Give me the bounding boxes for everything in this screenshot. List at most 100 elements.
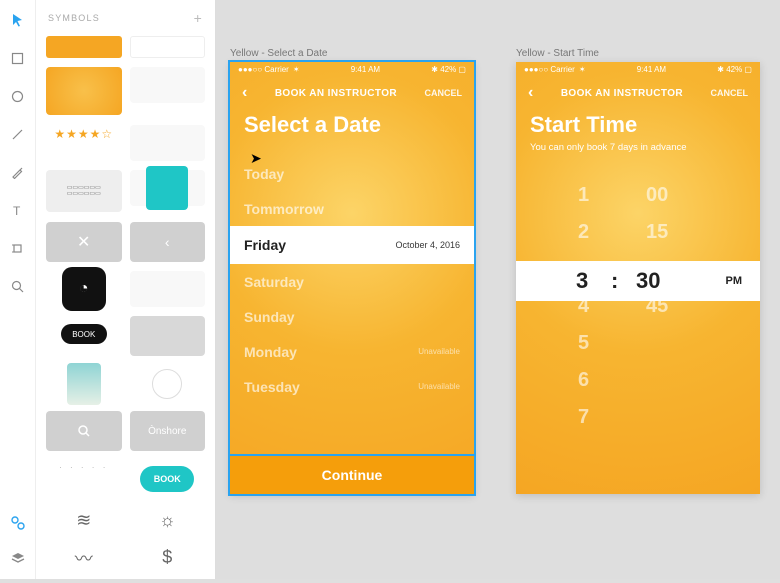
symbol-orange-bar[interactable] (46, 36, 122, 58)
symbol-close[interactable]: ✕ (46, 222, 122, 262)
symbol-orange-sun[interactable] (46, 67, 122, 115)
symbol-gray-blank[interactable] (130, 316, 206, 356)
design-canvas[interactable]: Yellow - Select a Date ●●●○○ Carrier ✶ 9:… (216, 0, 780, 579)
selected-minute: 30 (636, 268, 660, 294)
hour-option[interactable]: 2 (578, 218, 589, 246)
symbol-dots[interactable]: · · · · · (46, 461, 122, 475)
symbol-teal-wrap[interactable] (130, 170, 206, 206)
continue-button[interactable]: Continue (230, 456, 474, 494)
date-day: Tommorrow (244, 201, 324, 217)
svg-text:T: T (13, 204, 21, 217)
nav-title: BOOK AN INSTRUCTOR (561, 88, 683, 99)
rectangle-tool[interactable] (8, 48, 28, 68)
symbols-header: SYMBOLS + (36, 0, 215, 36)
symbols-tab-icon[interactable] (8, 513, 28, 533)
symbol-wave-icon[interactable]: 〰 (46, 544, 122, 572)
status-carrier: ●●●○○ Carrier (524, 65, 575, 74)
status-battery: ✱ 42% ▢ (717, 65, 752, 74)
cancel-button[interactable]: CANCEL (711, 88, 749, 98)
artboard-tool[interactable] (8, 238, 28, 258)
artboard2-label[interactable]: Yellow - Start Time (516, 48, 599, 59)
left-toolbar: T (0, 0, 36, 579)
symbol-blank[interactable] (130, 67, 206, 103)
screen-title: Select a Date (230, 106, 474, 142)
hours-column[interactable]: 1234567 (578, 173, 589, 493)
time-picker[interactable]: 1234567 00153045 3 : 30 PM (516, 173, 760, 493)
symbol-white-card[interactable] (130, 36, 206, 58)
date-day: Tuesday (244, 379, 300, 395)
artboard-select-date[interactable]: ●●●○○ Carrier ✶ 9:41 AM ✱ 42% ▢ ‹ BOOK AN… (230, 62, 474, 494)
cancel-button[interactable]: CANCEL (425, 88, 463, 98)
date-row[interactable]: Saturday (230, 264, 474, 299)
symbol-photo-wrap[interactable] (46, 366, 122, 402)
hour-option[interactable]: 7 (578, 403, 589, 431)
add-symbol-icon[interactable]: + (194, 10, 203, 26)
date-row[interactable]: Sunday (230, 299, 474, 334)
line-tool[interactable] (8, 124, 28, 144)
subtitle: You can only book 7 days in advance (516, 142, 760, 165)
pen-tool[interactable] (8, 162, 28, 182)
date-day: Today (244, 166, 284, 182)
status-time: 9:41 AM (351, 65, 380, 74)
wifi-icon: ✶ (293, 65, 300, 74)
date-row[interactable]: Tommorrow (230, 191, 474, 226)
status-time: 9:41 AM (637, 65, 666, 74)
artboard-start-time[interactable]: ●●●○○ Carrier ✶ 9:41 AM ✱ 42% ▢ ‹ BOOK AN… (516, 62, 760, 494)
text-tool[interactable]: T (8, 200, 28, 220)
status-battery: ✱ 42% ▢ (431, 65, 466, 74)
layers-tab-icon[interactable] (8, 549, 28, 569)
symbol-keyboard[interactable]: ▭▭▭▭▭▭▭▭▭▭▭▭ (46, 170, 122, 212)
wifi-icon: ✶ (579, 65, 586, 74)
minute-option[interactable]: 15 (646, 218, 668, 246)
minutes-column[interactable]: 00153045 (646, 173, 668, 493)
back-icon[interactable]: ‹ (528, 84, 533, 102)
symbol-book-teal: BOOK (140, 466, 194, 492)
symbols-panel: SYMBOLS + ★★★★☆ ▭▭▭▭▭▭▭▭▭▭▭▭ ✕ ‹ ◔ BOOK … (36, 0, 216, 579)
symbol-search[interactable] (46, 411, 122, 451)
colon: : (611, 268, 618, 294)
hour-option[interactable]: 1 (578, 181, 589, 209)
symbol-dollar-icon[interactable]: $ (130, 544, 206, 572)
symbols-grid: ★★★★☆ ▭▭▭▭▭▭▭▭▭▭▭▭ ✕ ‹ ◔ BOOK Ònshore · … (36, 36, 215, 583)
screen-title: Start Time (516, 106, 760, 142)
symbol-drop-wrap[interactable]: ◔ (46, 271, 122, 307)
date-day: Saturday (244, 274, 304, 290)
symbol-wind-icon[interactable]: ≋ (46, 506, 122, 534)
status-bar: ●●●○○ Carrier ✶ 9:41 AM ✱ 42% ▢ (516, 62, 760, 76)
nav-bar: ‹ BOOK AN INSTRUCTOR CANCEL (230, 76, 474, 106)
minute-option[interactable]: 00 (646, 181, 668, 209)
date-day: Friday (244, 237, 286, 253)
symbol-circle (152, 369, 182, 399)
date-list: Today Tommorrow Friday October 4, 2016 Satur… (230, 142, 474, 404)
artboard1-label[interactable]: Yellow - Select a Date (230, 48, 327, 59)
date-row[interactable]: MondayUnavailable (230, 334, 474, 369)
picker-selected-row: 3 : 30 PM (516, 261, 760, 301)
back-icon[interactable]: ‹ (242, 84, 247, 102)
date-detail: Unavailable (418, 382, 460, 391)
nav-title: BOOK AN INSTRUCTOR (275, 88, 397, 99)
zoom-tool[interactable] (8, 276, 28, 296)
hour-option[interactable]: 6 (578, 366, 589, 394)
ellipse-tool[interactable] (8, 86, 28, 106)
symbols-title: SYMBOLS (48, 13, 100, 23)
symbol-book-pill: BOOK (61, 324, 107, 344)
date-day: Sunday (244, 309, 295, 325)
selected-ampm[interactable]: PM (726, 275, 743, 287)
symbol-book-teal-wrap[interactable]: BOOK (130, 461, 206, 497)
symbol-back[interactable]: ‹ (130, 222, 206, 262)
date-row[interactable]: Friday October 4, 2016 (230, 226, 474, 264)
date-row[interactable]: Tuesday Unavailable (230, 369, 474, 404)
hour-option[interactable]: 5 (578, 329, 589, 357)
symbol-teal (146, 166, 188, 210)
symbol-book-pill-wrap[interactable]: BOOK (46, 316, 122, 352)
date-row[interactable]: Today (230, 156, 474, 191)
symbol-blank2[interactable] (130, 125, 206, 161)
symbol-sun-icon[interactable]: ☼ (130, 506, 206, 534)
date-detail: October 4, 2016 (395, 240, 460, 250)
symbol-circle-wrap[interactable] (130, 366, 206, 402)
symbol-stars[interactable]: ★★★★☆ (46, 125, 122, 143)
select-tool[interactable] (8, 10, 28, 30)
symbol-blank3[interactable] (130, 271, 206, 307)
status-carrier: ●●●○○ Carrier (238, 65, 289, 74)
symbol-onshore[interactable]: Ònshore (130, 411, 206, 451)
